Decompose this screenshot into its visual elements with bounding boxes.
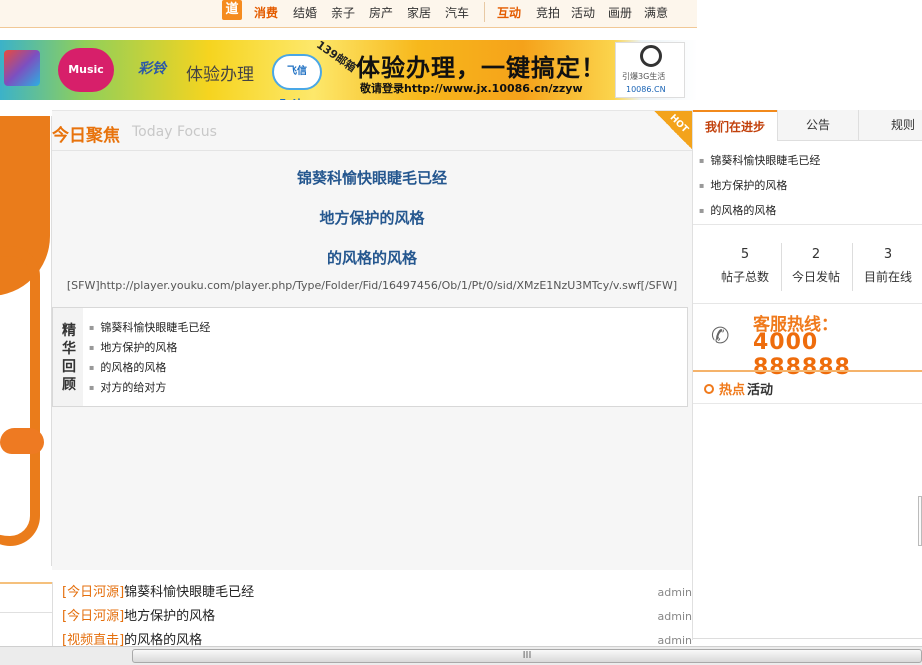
topic-list: [今日河源]锦葵科愉快眼睫毛已经 admin [今日河源]地方保护的风格 adm… bbox=[52, 582, 692, 652]
focus-headline-2[interactable]: 地方保护的风格 bbox=[52, 207, 692, 228]
nav-auction[interactable]: 竞拍 bbox=[536, 4, 560, 21]
stat-online: 3 目前在线 bbox=[852, 247, 922, 285]
list-item-title[interactable]: 地方保护的风格 bbox=[124, 609, 215, 624]
stat-label: 帖子总数 bbox=[720, 270, 769, 284]
caiyin-logo: 彩铃 bbox=[138, 61, 166, 77]
hot-activity-label: 活动 bbox=[747, 383, 774, 398]
nav-interact[interactable]: 互动 bbox=[497, 4, 521, 21]
hot-activity-hot: 热点 bbox=[719, 383, 746, 398]
review-item[interactable]: 对方的给对方 bbox=[89, 378, 210, 398]
hair-curve bbox=[0, 246, 40, 546]
news-item[interactable]: 地方保护的风格 bbox=[699, 175, 820, 200]
nav-auto[interactable]: 汽车 bbox=[445, 4, 469, 21]
nav-activity[interactable]: 活动 bbox=[571, 4, 595, 21]
stat-label: 今日发帖 bbox=[791, 270, 840, 284]
list-item[interactable]: [今日河源]地方保护的风格 admin bbox=[62, 606, 692, 628]
stat-total-posts: 5 帖子总数 bbox=[709, 247, 781, 285]
scrollbar-thumb[interactable]: III bbox=[132, 649, 922, 663]
review-label: 精华回顾 bbox=[62, 323, 76, 393]
top-navigation: 道 消费 结婚 亲子 房产 家居 汽车 互动 竞拍 活动 画册 满意 bbox=[0, 0, 697, 28]
sidebar-tabs: 我们在进步 公告 规则 bbox=[693, 110, 922, 142]
g3-ring-icon bbox=[640, 45, 662, 67]
review-list: 锦葵科愉快眼睫毛已经 地方保护的风格 的风格的风格 对方的给对方 bbox=[89, 318, 210, 398]
music-badge: Music bbox=[58, 48, 114, 92]
stat-number: 5 bbox=[740, 247, 750, 262]
banner-url: 敬请登录http://www.jx.10086.cn/zzyw bbox=[360, 82, 583, 95]
review-item[interactable]: 的风格的风格 bbox=[89, 358, 210, 378]
nav-parenting[interactable]: 亲子 bbox=[331, 4, 355, 21]
list-item-category[interactable]: [今日河源] bbox=[62, 585, 124, 600]
service-hotline: ✆ 客服热线： 4000 888888 bbox=[693, 306, 922, 380]
ad-banner[interactable]: Music 彩铃 体验办理 飞信 Fetion 139邮箱 体验办理，一键搞定！… bbox=[0, 40, 697, 100]
essence-review-box: 精华回顾 锦葵科愉快眼睫毛已经 地方保护的风格 的风格的风格 对方的给对方 bbox=[52, 307, 688, 407]
review-item[interactable]: 地方保护的风格 bbox=[89, 338, 210, 358]
sidebar-news-list: 锦葵科愉快眼睫毛已经 地方保护的风格 的风格的风格 bbox=[699, 150, 820, 225]
circle-bullet-icon bbox=[704, 384, 714, 394]
review-item[interactable]: 锦葵科愉快眼睫毛已经 bbox=[89, 318, 210, 338]
nav-album[interactable]: 画册 bbox=[608, 4, 632, 21]
tab-announcement[interactable]: 公告 bbox=[778, 110, 858, 141]
gift-box-icon bbox=[4, 50, 40, 86]
g3-text: 引爆3G生活 bbox=[622, 72, 666, 81]
horizontal-scrollbar[interactable]: III bbox=[0, 646, 922, 665]
left-divider-2 bbox=[0, 612, 52, 613]
stat-number: 3 bbox=[883, 247, 893, 262]
stat-today-posts: 2 今日发帖 bbox=[780, 247, 852, 285]
focus-headline-1[interactable]: 锦葵科愉快眼睫毛已经 bbox=[52, 167, 692, 188]
nav-home[interactable]: 家居 bbox=[407, 4, 431, 21]
phone-icon: ✆ bbox=[711, 324, 730, 349]
sidebar-bottom-border bbox=[693, 638, 922, 639]
stat-label: 目前在线 bbox=[863, 270, 912, 284]
face-illustration bbox=[0, 116, 52, 566]
list-item-author: admin bbox=[657, 586, 692, 599]
focus-title: 今日聚焦 bbox=[52, 126, 120, 146]
news-item[interactable]: 锦葵科愉快眼睫毛已经 bbox=[699, 150, 820, 175]
focus-headline-3[interactable]: 的风格的风格 bbox=[52, 247, 692, 268]
tab-rules[interactable]: 规则 bbox=[859, 110, 922, 141]
focus-header: 今日聚焦 Today Focus bbox=[52, 119, 692, 151]
fetion-logo: 飞信 Fetion bbox=[272, 54, 322, 100]
hot-label: HOT bbox=[667, 112, 690, 136]
news-item[interactable]: 的风格的风格 bbox=[699, 200, 820, 225]
list-item-author: admin bbox=[657, 610, 692, 623]
g3-url: 10086.CN bbox=[626, 85, 666, 94]
list-item[interactable]: [今日河源]锦葵科愉快眼睫毛已经 admin bbox=[62, 582, 692, 604]
lips-shape bbox=[0, 428, 44, 454]
banner-tiyan-text: 体验办理 bbox=[186, 65, 254, 85]
focus-subtitle: Today Focus bbox=[132, 124, 217, 140]
list-item-title[interactable]: 锦葵科愉快眼睫毛已经 bbox=[124, 585, 254, 600]
list-item-category[interactable]: [今日河源] bbox=[62, 609, 124, 624]
nav-wedding[interactable]: 结婚 bbox=[293, 4, 317, 21]
nav-realestate[interactable]: 房产 bbox=[369, 4, 393, 21]
nav-divider bbox=[484, 2, 485, 22]
swf-embed-text: [SFW]http://player.youku.com/player.php/… bbox=[66, 279, 678, 292]
hot-activity-header: 热点 活动 bbox=[693, 370, 922, 404]
today-focus-panel: 今日聚焦 Today Focus HOT 锦葵科愉快眼睫毛已经 地方保护的风格 … bbox=[52, 110, 692, 570]
right-sidebar: 我们在进步 公告 规则 锦葵科愉快眼睫毛已经 地方保护的风格 的风格的风格 5 … bbox=[692, 110, 922, 640]
nav-consume[interactable]: 消费 bbox=[254, 4, 278, 21]
hot-corner-badge: HOT bbox=[654, 111, 692, 149]
dao-logo-icon: 道 bbox=[222, 0, 242, 20]
tab-progress[interactable]: 我们在进步 bbox=[693, 110, 777, 142]
g3-logo: 引爆3G生活 10086.CN bbox=[615, 42, 685, 98]
banner-headline: 体验办理，一键搞定！ bbox=[356, 54, 606, 82]
stat-number: 2 bbox=[811, 247, 821, 262]
left-divider bbox=[0, 582, 52, 584]
nav-satisfaction[interactable]: 满意 bbox=[644, 4, 668, 21]
forum-stats: 5 帖子总数 2 今日发帖 3 目前在线 bbox=[693, 224, 922, 304]
right-edge-widget bbox=[918, 496, 922, 546]
